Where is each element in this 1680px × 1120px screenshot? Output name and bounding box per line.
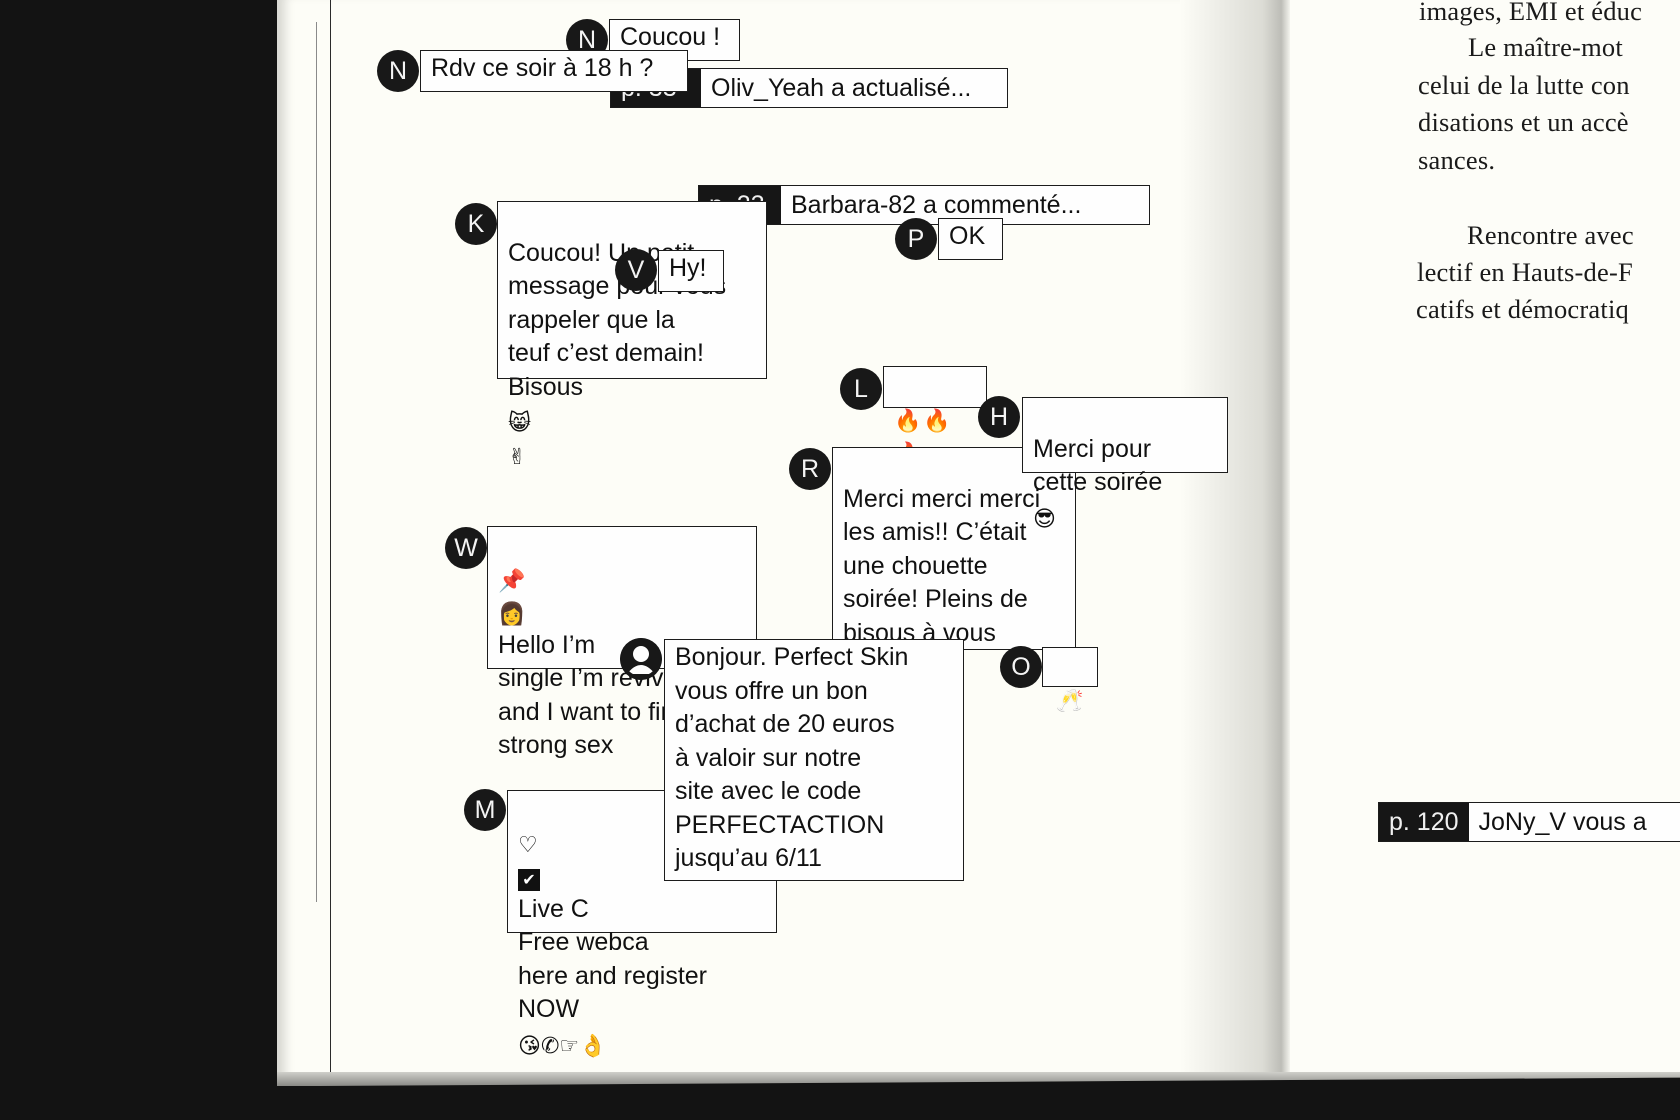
body-text-line: images, EMI et éduc <box>1419 0 1643 26</box>
pushpin-icon: 📌 <box>498 568 526 594</box>
message-bubble[interactable]: 🥂 <box>1042 647 1098 714</box>
check-box-icon: ✔ <box>518 869 540 891</box>
left-page <box>277 0 1277 1078</box>
avatar-r: R <box>789 448 831 490</box>
message-bubble[interactable]: 🔥🔥🔥 <box>883 366 987 466</box>
body-text-line: catifs et démocratiq <box>1416 294 1629 324</box>
fire-icon: 🔥 <box>894 408 924 434</box>
message-text: Merci pour cette soirée <box>1033 434 1163 497</box>
notification-text: JoNy_V vous a <box>1478 808 1647 836</box>
avatar-w: W <box>445 527 487 569</box>
message-bubble[interactable]: Bonjour. Perfect Skin vous offre un bon … <box>664 639 964 881</box>
smiling-face-with-sunglasses-icon: 😎 <box>1033 506 1056 532</box>
avatar-n: N <box>377 50 419 92</box>
page-margin-line <box>316 22 317 902</box>
message-bubble[interactable]: Merci pour cette soirée 😎 <box>1022 397 1228 530</box>
message-bubble[interactable]: Rdv ce soir à 18 h ? <box>420 50 688 92</box>
avatar-anonymous <box>620 638 662 680</box>
notification-tag[interactable]: p. 120 JoNy_V vous a <box>1378 802 1680 842</box>
avatar-m: M <box>464 789 506 831</box>
body-text-line: Le maître-mot <box>1468 32 1623 62</box>
page-reference: p. 120 <box>1379 803 1469 841</box>
avatar-l: L <box>840 368 882 410</box>
body-text-line: disations et un accè <box>1418 107 1629 137</box>
avatar-o: O <box>1000 646 1042 688</box>
body-text-line: Rencontre avec <box>1467 220 1634 250</box>
body-text-line: lectif en Hauts-de-F <box>1417 257 1633 287</box>
body-text-line: celui de la lutte con <box>1418 70 1630 100</box>
woman-icon: 👩 <box>498 602 526 627</box>
victory-hand-icon: ✌ <box>508 444 527 470</box>
pointing-hand-icon: ☞ <box>559 1033 580 1059</box>
message-bubble[interactable]: OK <box>938 218 1003 260</box>
book-gutter <box>1180 0 1290 1075</box>
telephone-receiver-icon: ✆ <box>540 1033 560 1059</box>
ok-hand-icon: 👌 <box>579 1033 607 1059</box>
page-border-line <box>330 0 331 1072</box>
avatar-h: H <box>978 396 1020 438</box>
avatar-v: V <box>615 249 657 291</box>
message-bubble[interactable]: Hy! <box>658 250 724 292</box>
user-silhouette-icon <box>620 638 662 680</box>
white-heart-icon: ♡ <box>518 832 538 858</box>
notification-text: Oliv_Yeah a actualisé... <box>711 74 972 102</box>
clinking-glasses-icon: 🥂 <box>1056 688 1084 714</box>
page-bottom-edge <box>277 1072 1680 1086</box>
notification-text: Barbara-82 a commenté... <box>791 191 1082 219</box>
grinning-cat-face-icon: 😸 <box>508 411 531 436</box>
body-text-line: sances. <box>1418 145 1496 175</box>
fire-icon: 🔥 <box>923 408 953 434</box>
face-blowing-kiss-icon: 😘 <box>518 1033 541 1059</box>
avatar-k: K <box>455 203 497 245</box>
avatar-p: P <box>895 218 937 260</box>
